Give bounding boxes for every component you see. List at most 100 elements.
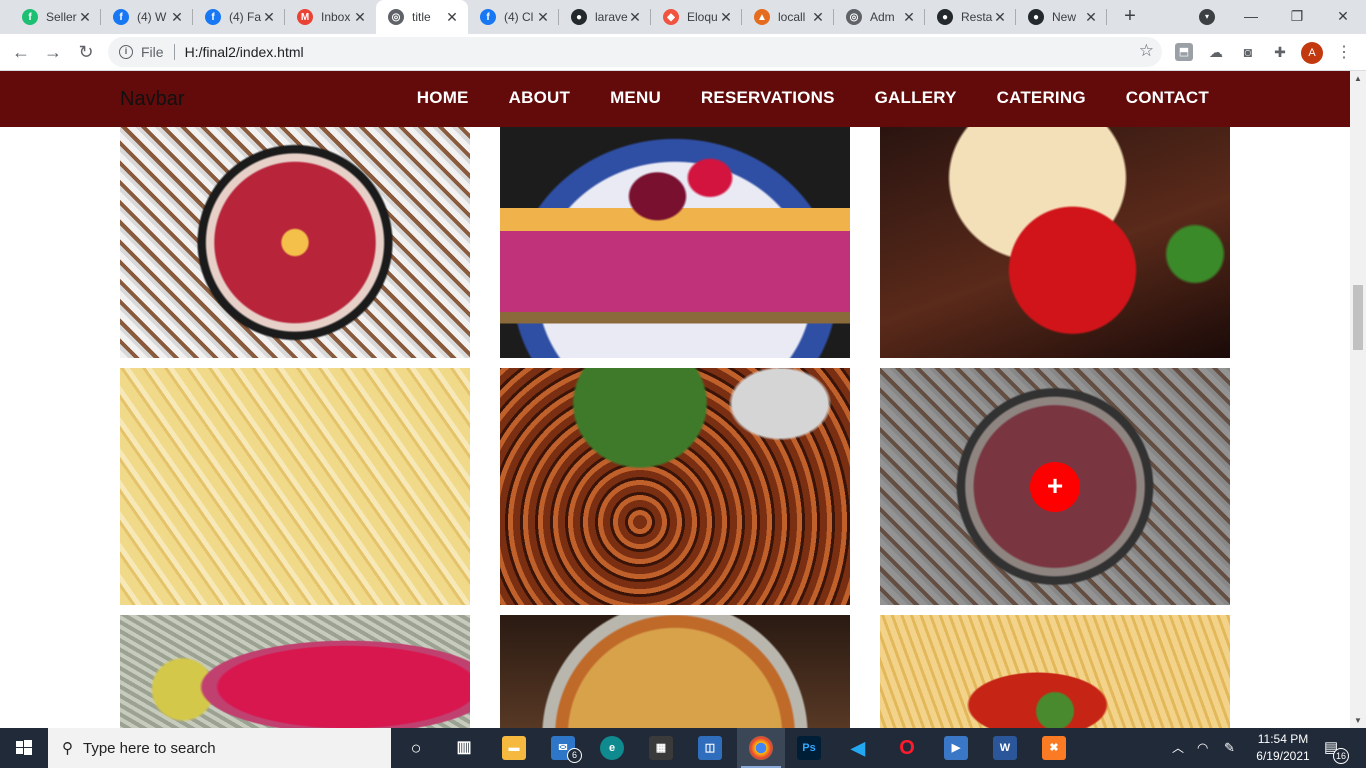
browser-tab[interactable]: f Seller ✕ bbox=[10, 0, 101, 34]
word-icon[interactable]: W bbox=[993, 736, 1017, 760]
tab-close-icon[interactable]: ✕ bbox=[810, 9, 826, 25]
edge-icon[interactable]: e bbox=[600, 736, 624, 760]
gallery-item[interactable] bbox=[880, 615, 1230, 728]
video-app-icon[interactable]: ▶ bbox=[944, 736, 968, 760]
browser-tab[interactable]: ◆ Eloqu ✕ bbox=[651, 0, 742, 34]
food-photo-pink-dessert bbox=[120, 615, 470, 728]
tab-close-icon[interactable]: ✕ bbox=[444, 9, 460, 25]
tab-separator bbox=[1106, 9, 1107, 25]
page-viewport: Navbar HOME ABOUT MENU RESERVATIONS GALLERY C… bbox=[0, 71, 1350, 728]
site-info-icon[interactable]: i bbox=[119, 45, 133, 59]
wifi-icon[interactable]: ◠ bbox=[1197, 728, 1208, 768]
taskbar-search-box[interactable]: ⚲ Type here to search bbox=[48, 728, 391, 768]
tab-favicon-icon: ◎ bbox=[846, 9, 862, 25]
tab-title: Adm bbox=[870, 10, 895, 24]
browser-tab[interactable]: ◎ Adm ✕ bbox=[834, 0, 925, 34]
gallery-item[interactable] bbox=[880, 127, 1230, 358]
address-bar[interactable]: i File H:/final2/index.html ☆ bbox=[108, 37, 1162, 67]
url-text[interactable]: H:/final2/index.html bbox=[185, 44, 304, 60]
pen-icon[interactable]: ✎ bbox=[1224, 728, 1235, 768]
windows-taskbar: ⚲ Type here to search ○ ▥ ▬ ✉ 6 e ▦ ◫ Ps… bbox=[0, 728, 1366, 768]
tab-close-icon[interactable]: ✕ bbox=[992, 9, 1008, 25]
task-view-icon[interactable]: ▥ bbox=[452, 736, 476, 760]
close-window-button[interactable]: ✕ bbox=[1320, 0, 1366, 32]
browser-tab[interactable]: f (4) Cl ✕ bbox=[468, 0, 559, 34]
nav-link-reservations[interactable]: RESERVATIONS bbox=[701, 88, 835, 108]
extension-icon[interactable]: ☁ bbox=[1207, 43, 1225, 61]
taskbar-clock[interactable]: 11:54 PM 6/19/2021 bbox=[1248, 731, 1318, 765]
file-explorer-icon[interactable]: ▬ bbox=[502, 736, 526, 760]
minimize-button[interactable]: — bbox=[1228, 0, 1274, 32]
bookmark-star-icon[interactable]: ☆ bbox=[1139, 41, 1154, 61]
browser-tab[interactable]: ◎ title ✕ bbox=[376, 0, 468, 34]
xampp-icon[interactable]: ✖ bbox=[1042, 736, 1066, 760]
gallery-item[interactable]: + bbox=[880, 368, 1230, 605]
cortana-icon[interactable]: ○ bbox=[404, 736, 428, 760]
tab-title: (4) Fa bbox=[229, 10, 262, 24]
tab-close-icon[interactable]: ✕ bbox=[627, 9, 643, 25]
tab-close-icon[interactable]: ✕ bbox=[1083, 9, 1099, 25]
store-icon[interactable]: ▦ bbox=[649, 736, 673, 760]
vscode-icon[interactable]: ◀ bbox=[846, 736, 870, 760]
tab-close-icon[interactable]: ✕ bbox=[718, 9, 734, 25]
browser-tab[interactable]: f (4) Fa ✕ bbox=[193, 0, 285, 34]
gallery-item[interactable] bbox=[500, 615, 850, 728]
tab-favicon-icon: ● bbox=[1028, 9, 1044, 25]
extensions-puzzle-icon[interactable]: ✚ bbox=[1271, 43, 1289, 61]
camera-extension-icon[interactable]: ◙ bbox=[1239, 43, 1257, 61]
browser-tab[interactable]: ● Resta ✕ bbox=[925, 0, 1016, 34]
chrome-icon[interactable] bbox=[749, 736, 773, 760]
tab-close-icon[interactable]: ✕ bbox=[77, 9, 93, 25]
tab-title: Resta bbox=[961, 10, 993, 24]
search-icon: ⚲ bbox=[62, 740, 73, 757]
tab-title: larave bbox=[595, 10, 628, 24]
tray-chevron-icon[interactable]: ︿ bbox=[1172, 728, 1184, 768]
start-button[interactable] bbox=[0, 728, 48, 768]
reload-button[interactable]: ↻ bbox=[74, 40, 98, 64]
tab-close-icon[interactable]: ✕ bbox=[169, 9, 185, 25]
tab-close-icon[interactable]: ✕ bbox=[535, 9, 551, 25]
navbar-brand[interactable]: Navbar bbox=[120, 88, 184, 111]
menu-kebab-icon[interactable]: ⋮ bbox=[1336, 42, 1352, 64]
gallery-item[interactable] bbox=[120, 368, 470, 605]
page-scrollbar[interactable]: ▲ ▼ bbox=[1350, 71, 1366, 728]
profile-avatar[interactable]: A bbox=[1301, 42, 1323, 64]
gallery-item[interactable] bbox=[500, 127, 850, 358]
new-tab-button[interactable]: + bbox=[1118, 5, 1142, 29]
nav-link-home[interactable]: HOME bbox=[417, 88, 469, 108]
zoom-plus-button[interactable]: + bbox=[1030, 462, 1080, 512]
pdf-extension-icon[interactable]: ⬒ bbox=[1175, 43, 1193, 61]
nav-link-catering[interactable]: CATERING bbox=[997, 88, 1086, 108]
food-photo-penne-pasta bbox=[120, 368, 470, 605]
opera-icon[interactable]: O bbox=[895, 736, 919, 760]
browser-tab[interactable]: ▲ locall ✕ bbox=[742, 0, 834, 34]
nav-link-gallery[interactable]: GALLERY bbox=[875, 88, 957, 108]
tab-close-icon[interactable]: ✕ bbox=[901, 9, 917, 25]
nav-link-menu[interactable]: MENU bbox=[610, 88, 661, 108]
gallery-item[interactable] bbox=[500, 368, 850, 605]
browser-tab[interactable]: ● larave ✕ bbox=[559, 0, 651, 34]
forward-button[interactable]: → bbox=[41, 40, 65, 64]
browser-tab[interactable]: f (4) W ✕ bbox=[101, 0, 193, 34]
protocol-label: File bbox=[141, 44, 164, 60]
nav-link-about[interactable]: ABOUT bbox=[509, 88, 570, 108]
scroll-down-icon[interactable]: ▼ bbox=[1354, 716, 1362, 725]
gallery-item[interactable] bbox=[120, 615, 470, 728]
windows-logo-icon bbox=[16, 740, 32, 755]
gallery-item[interactable] bbox=[120, 127, 470, 358]
tab-search-icon[interactable]: ▾ bbox=[1199, 9, 1215, 25]
tab-favicon-icon: f bbox=[480, 9, 496, 25]
divider bbox=[173, 44, 175, 60]
tab-close-icon[interactable]: ✕ bbox=[352, 9, 368, 25]
browser-tab[interactable]: M Inbox ✕ bbox=[285, 0, 376, 34]
tab-favicon-icon: ● bbox=[571, 9, 587, 25]
scroll-up-icon[interactable]: ▲ bbox=[1354, 74, 1362, 83]
tab-close-icon[interactable]: ✕ bbox=[261, 9, 277, 25]
scroll-thumb[interactable] bbox=[1353, 285, 1363, 350]
browser-tab[interactable]: ● New ✕ bbox=[1016, 0, 1107, 34]
restore-button[interactable]: ❐ bbox=[1274, 0, 1320, 32]
photoshop-icon[interactable]: Ps bbox=[797, 736, 821, 760]
nav-link-contact[interactable]: CONTACT bbox=[1126, 88, 1209, 108]
back-button[interactable]: ← bbox=[9, 40, 33, 64]
app-icon[interactable]: ◫ bbox=[698, 736, 722, 760]
